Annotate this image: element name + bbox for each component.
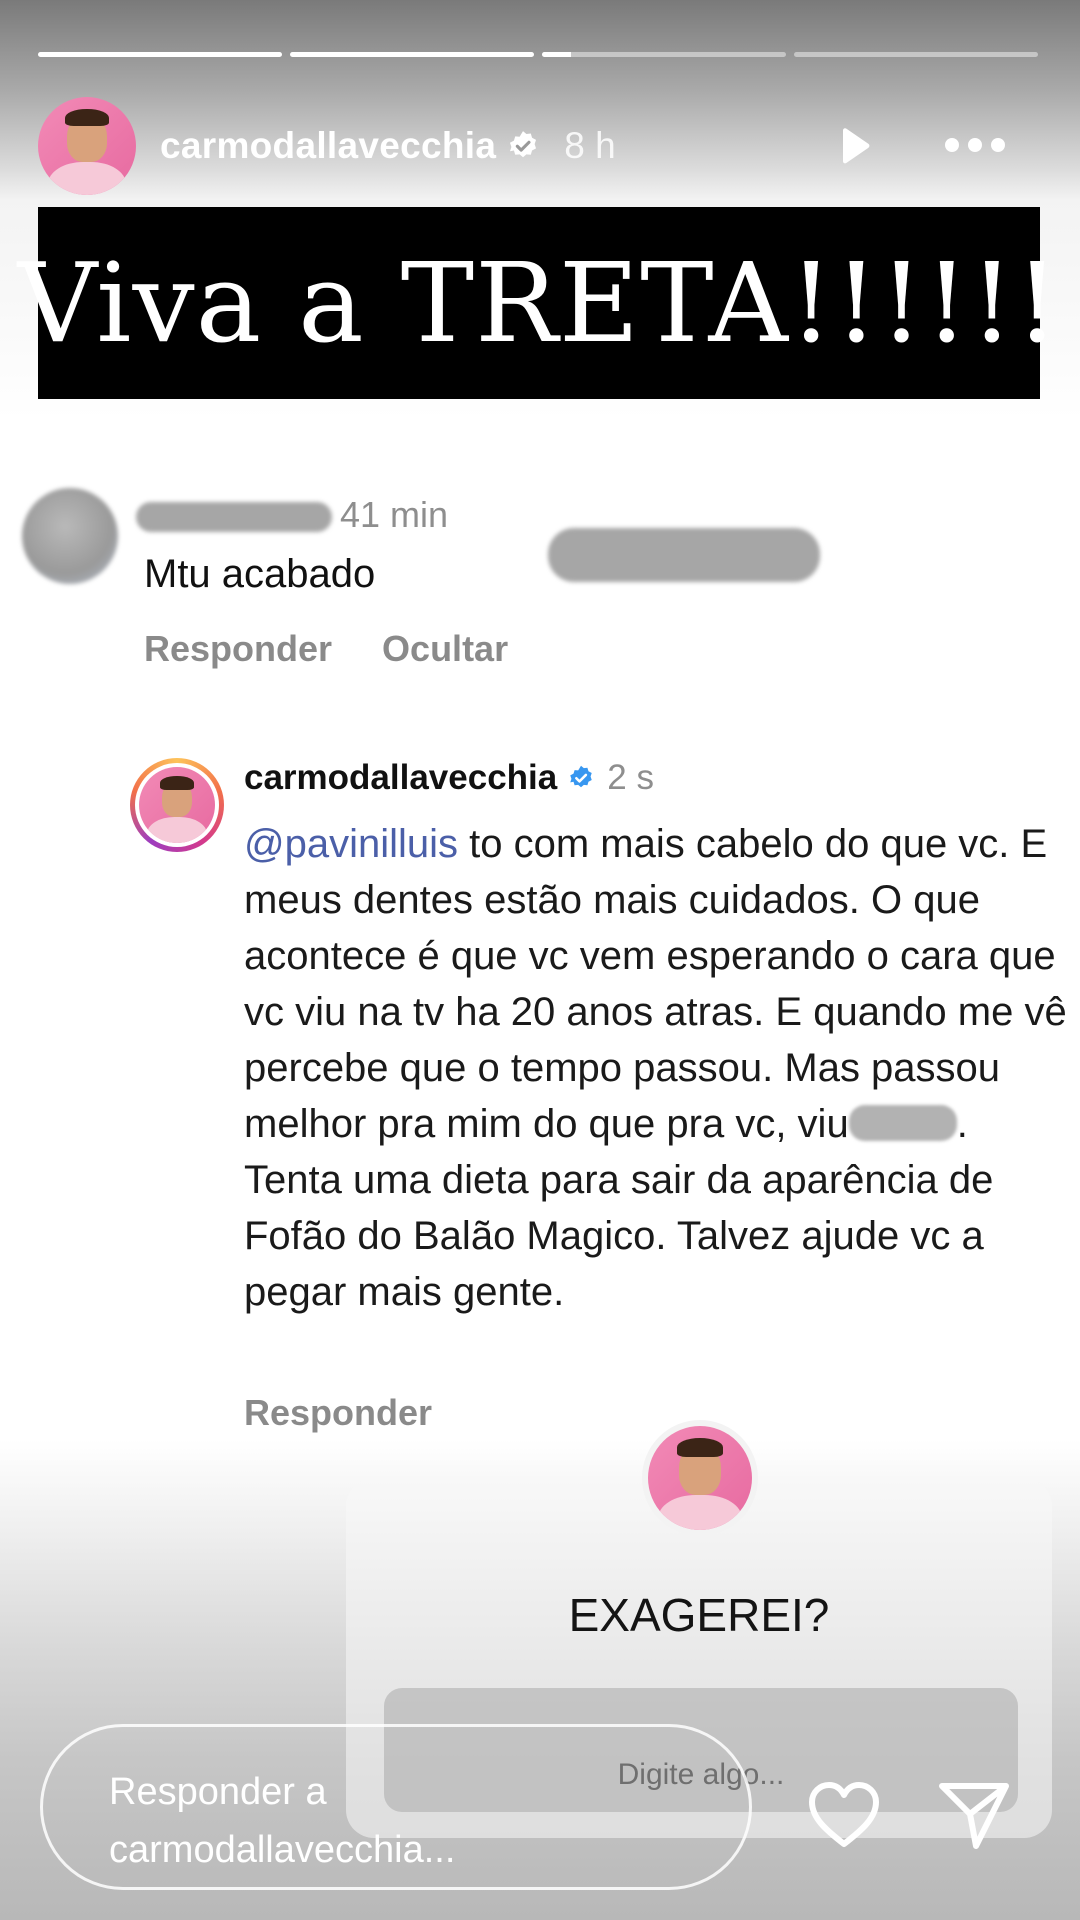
verified-badge-icon (510, 131, 537, 158)
reply-respond-button[interactable]: Responder (244, 1392, 432, 1434)
reply-avatar-story-ring[interactable] (130, 758, 224, 852)
send-icon[interactable] (936, 1776, 1012, 1852)
sticker-avatar (642, 1420, 758, 1536)
more-icon[interactable] (940, 130, 1010, 160)
progress-segment (794, 52, 1038, 57)
reply-input-placeholder-line-1: Responder a (109, 1771, 327, 1813)
banner-text: Viva a TRETA!!!!!! (17, 239, 1061, 367)
reply-time: 2 s (607, 758, 654, 797)
reply-username[interactable]: carmodallavecchia (244, 758, 557, 798)
reply-text-part-1: to com mais cabelo do que vc. E meus den… (244, 822, 1067, 1146)
comment-text: Mtu acabado (144, 552, 376, 596)
reply-header: carmodallavecchia 2 s (244, 758, 654, 798)
reply-text: @pavinilluis to com mais cabelo do que v… (244, 816, 1074, 1320)
verified-badge-icon (570, 765, 592, 788)
story-banner: Viva a TRETA!!!!!! (18, 207, 1059, 399)
comment-reply-button[interactable]: Responder (144, 628, 332, 670)
story-reply-input[interactable]: Responder a carmodallavecchia... (40, 1724, 752, 1890)
reply-avatar (139, 767, 215, 843)
comment-time: 41 min (340, 494, 449, 535)
story-screen: carmodallavecchia 8 h Viva a TRETA!!!!!!… (0, 0, 1080, 1920)
commenter-avatar-blurred (22, 488, 118, 584)
comment-hide-button[interactable]: Ocultar (382, 628, 508, 670)
blurred-name (848, 1105, 957, 1141)
profile-avatar[interactable] (38, 97, 136, 195)
heart-icon[interactable] (806, 1780, 882, 1850)
blurred-username (136, 502, 332, 532)
progress-segment (38, 52, 282, 57)
sticker-avatar-image (648, 1426, 752, 1530)
progress-fill (38, 52, 282, 57)
story-time: 8 h (564, 125, 616, 166)
play-icon[interactable] (832, 124, 876, 168)
reply-input-placeholder-line-2: carmodallavecchia... (109, 1829, 456, 1871)
progress-fill (542, 52, 572, 57)
progress-segment (290, 52, 534, 57)
blurred-region (548, 528, 820, 582)
progress-segment (542, 52, 786, 57)
progress-fill (290, 52, 534, 57)
story-header: carmodallavecchia 8 h (38, 96, 1042, 196)
story-username[interactable]: carmodallavecchia (160, 125, 496, 167)
story-progress-bars (38, 52, 1038, 57)
sticker-question: EXAGEREI? (568, 1589, 830, 1641)
reply-mention[interactable]: @pavinilluis (244, 822, 458, 866)
comment-actions: Responder Ocultar (144, 628, 508, 670)
